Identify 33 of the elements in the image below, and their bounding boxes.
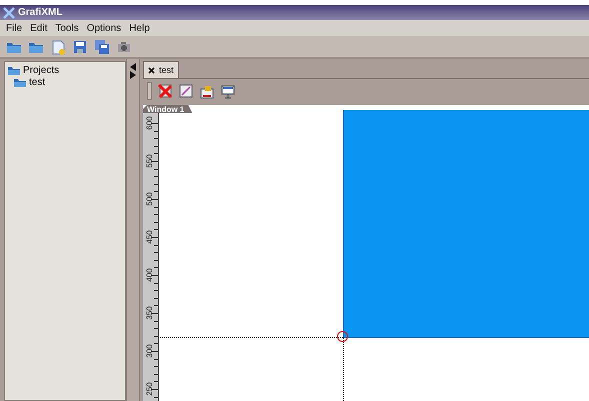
menu-item[interactable]: Options [82,22,126,34]
folder-icon [7,64,21,76]
ruler-label: 550 [145,153,155,169]
ruler-label: 600 [145,115,155,131]
menu-item[interactable]: Tools [51,22,83,34]
save-icon[interactable] [72,38,88,54]
folder-icon [13,76,27,88]
expand-right-icon[interactable] [130,71,136,79]
window-label: Window 1 [143,105,192,113]
collapse-left-icon[interactable] [130,63,136,71]
tree-item[interactable]: Projects [23,64,60,76]
app-logo-icon [3,6,15,18]
document-tab[interactable]: test [143,61,179,78]
ruler-label: 500 [145,191,155,207]
ruler-label: 350 [145,305,155,321]
corner-handle[interactable] [337,331,348,342]
close-icon[interactable] [148,66,155,74]
save-all-icon[interactable] [94,38,110,54]
ruler-label: 400 [145,267,155,283]
new-document-icon[interactable] [50,38,66,54]
resize-icon[interactable] [178,83,194,99]
locked-frame-icon[interactable] [199,83,215,99]
window-title: GrafiXML [18,7,62,18]
tree-item[interactable]: test [29,76,46,88]
menu-item[interactable]: File [2,22,26,34]
ruler-label: 450 [145,229,155,245]
toolbar-grip[interactable] [147,82,152,100]
menu-item[interactable]: Edit [26,22,52,34]
ruler-label: 250 [145,381,155,397]
delete-icon[interactable] [157,83,173,99]
menu-item[interactable]: Help [125,22,154,34]
ruler-label: 300 [145,343,155,359]
chart-board-icon[interactable] [220,83,236,99]
